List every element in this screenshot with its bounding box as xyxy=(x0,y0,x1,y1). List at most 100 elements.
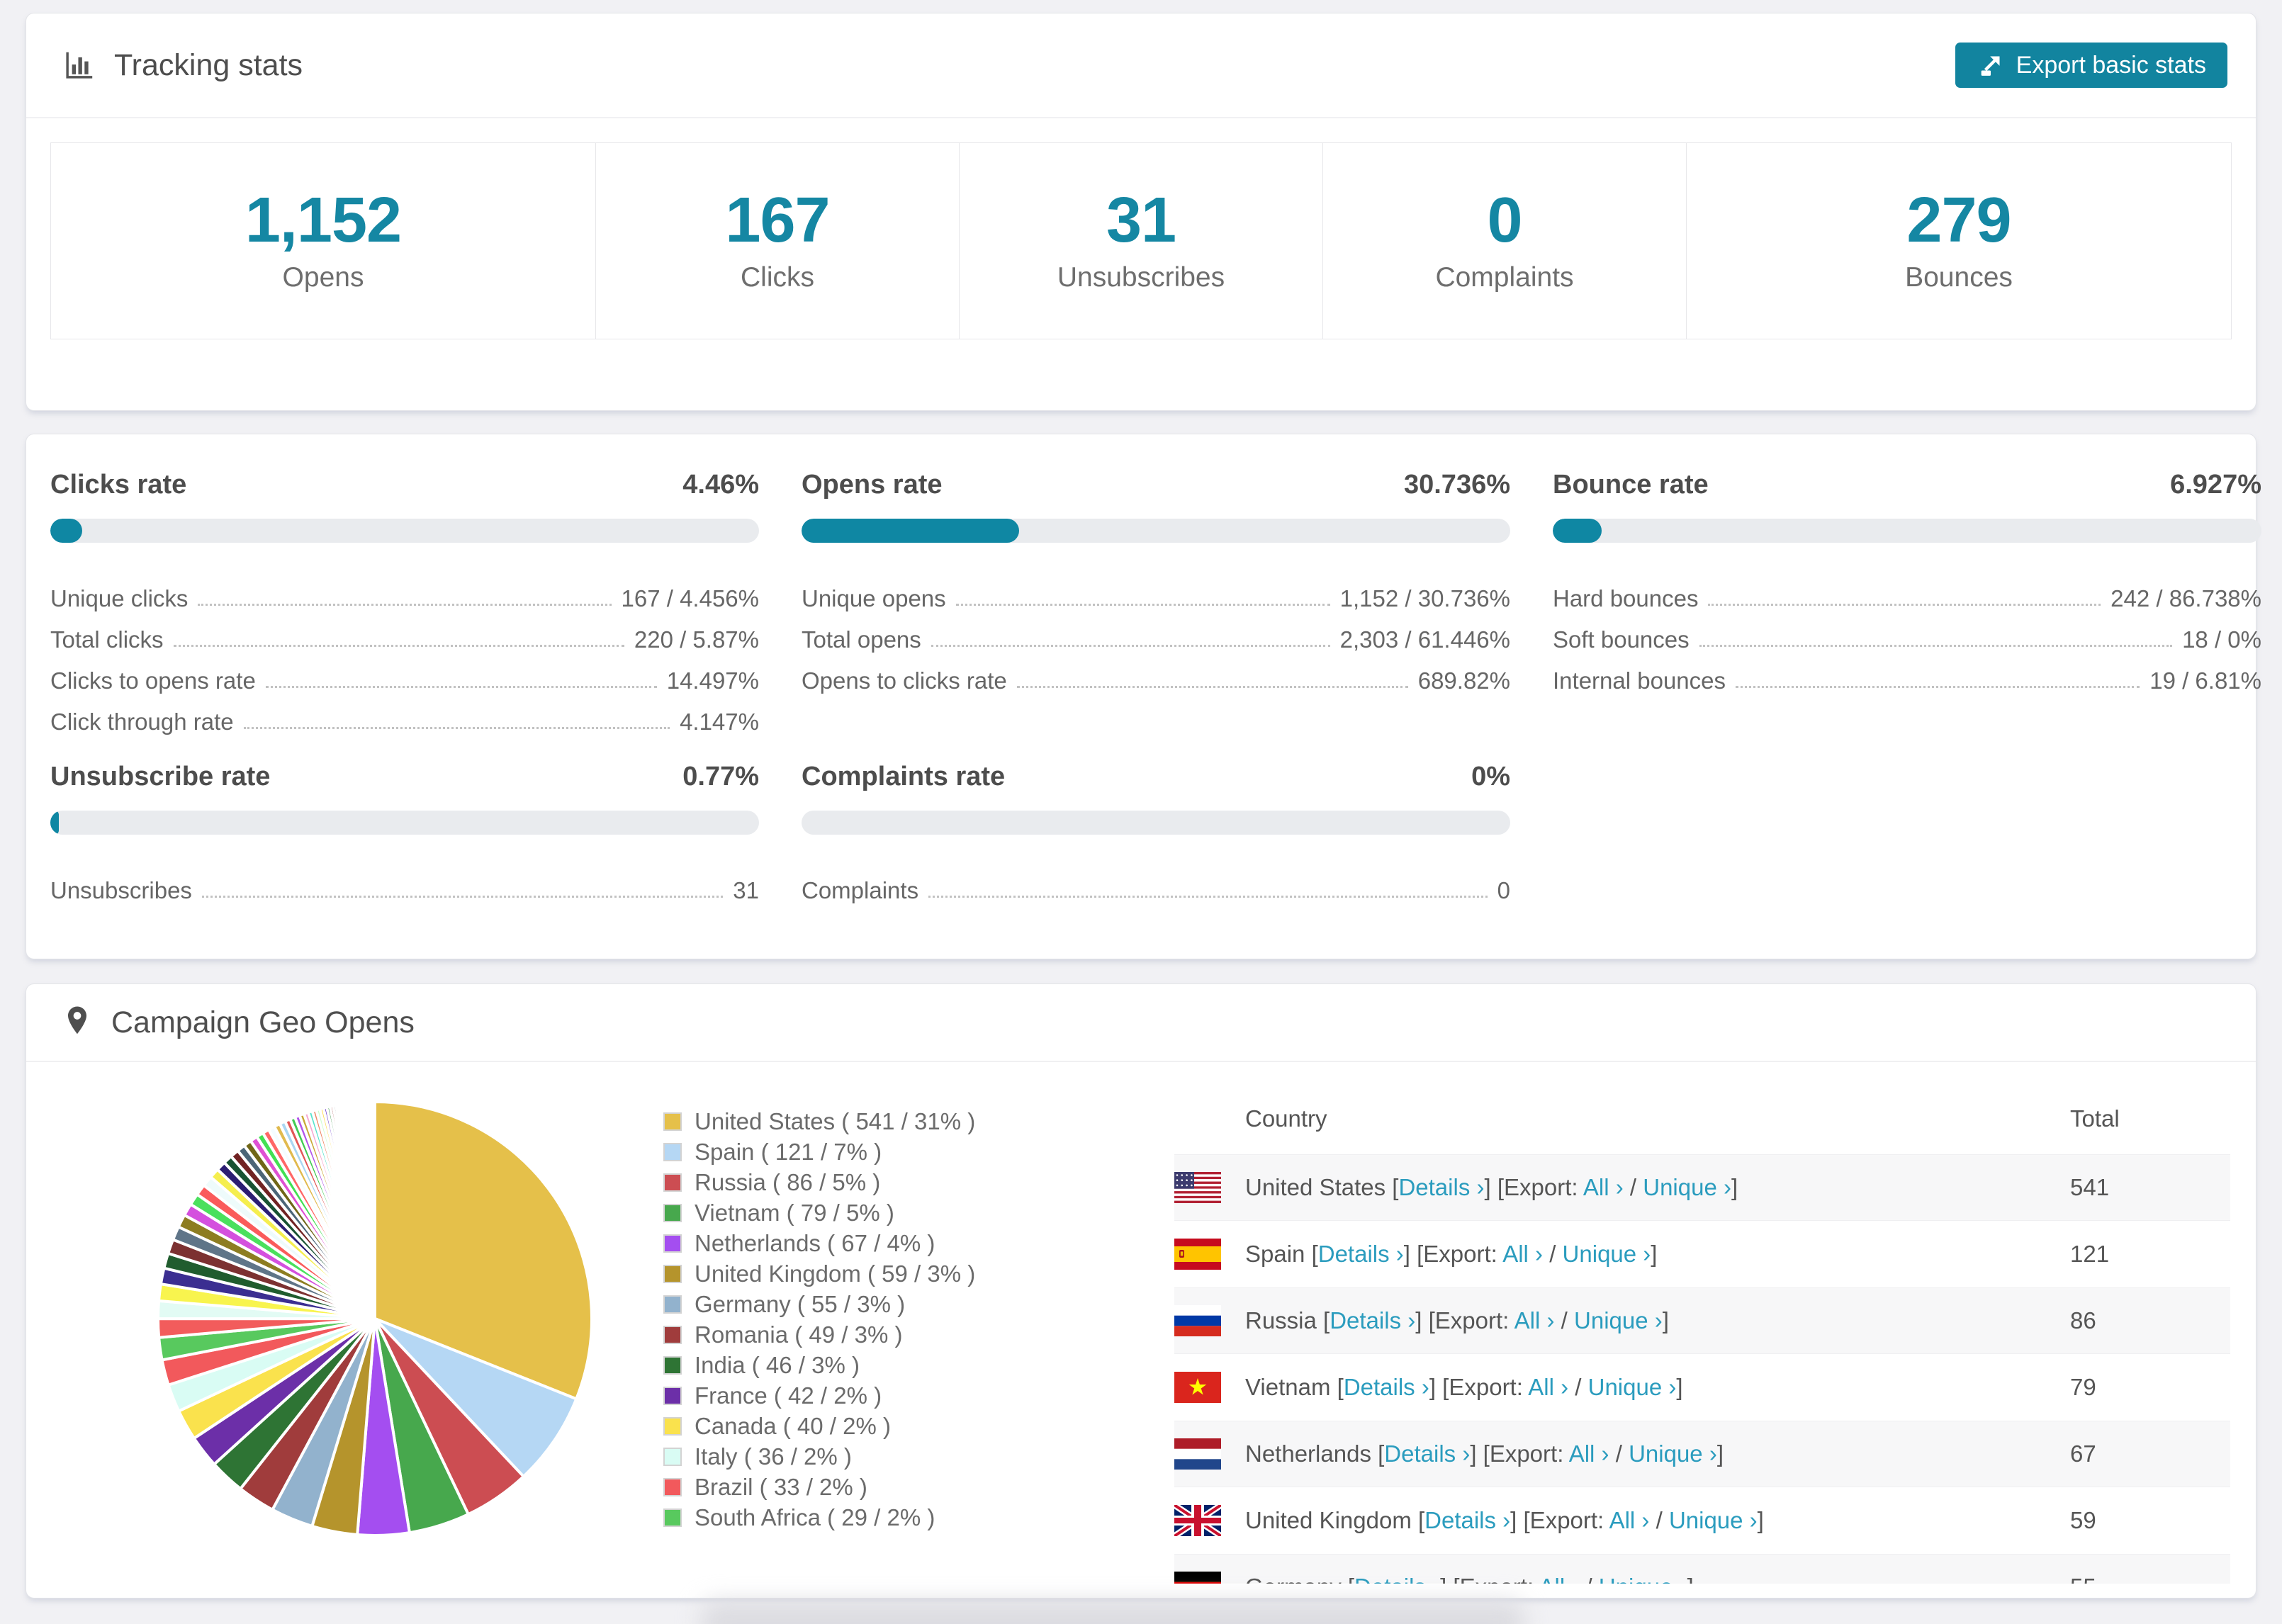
legend-swatch xyxy=(663,1386,682,1405)
rate-panel-unsubscribe-rate: Unsubscribe rate 0.77% Unsubscribes 31 xyxy=(50,762,759,904)
rate-detail-row: Soft bounces 18 / 0% xyxy=(1553,612,2261,653)
legend-item-india[interactable]: India ( 46 / 3% ) xyxy=(663,1350,975,1380)
rate-progress-bar xyxy=(50,519,759,543)
details-link[interactable]: Details › xyxy=(1344,1374,1429,1400)
export-unique-link[interactable]: Unique › xyxy=(1599,1574,1687,1584)
legend-item-italy[interactable]: Italy ( 36 / 2% ) xyxy=(663,1441,975,1472)
tracking-stats-card: Tracking stats Export basic stats 1,152 O… xyxy=(26,13,2256,411)
legend-item-brazil[interactable]: Brazil ( 33 / 2% ) xyxy=(663,1472,975,1502)
export-all-link[interactable]: All › xyxy=(1528,1374,1568,1400)
stat-box-complaints: 0 Complaints xyxy=(1322,143,1686,339)
dotted-leader xyxy=(201,896,724,898)
export-all-link[interactable]: All › xyxy=(1514,1307,1555,1333)
total-cell: 59 xyxy=(2070,1507,2096,1533)
total-column-header: Total xyxy=(2070,1105,2120,1132)
country-cell: Russia [Details ›] [Export: All › / Uniq… xyxy=(1245,1307,1669,1333)
stat-box-opens: 1,152 Opens xyxy=(51,143,595,339)
rate-value: 6.927% xyxy=(2170,470,2261,500)
rate-detail-row: Hard bounces 242 / 86.738% xyxy=(1553,571,2261,612)
dotted-leader xyxy=(1736,686,2140,688)
rate-detail-label: Soft bounces xyxy=(1553,626,1690,653)
geo-table-row-ru: Russia [Details ›] [Export: All › / Uniq… xyxy=(1174,1287,2230,1354)
pie-legend: United States ( 541 / 31% ) Spain ( 121 /… xyxy=(663,1106,975,1533)
dotted-leader xyxy=(173,645,624,647)
rate-detail-value: 167 / 4.456% xyxy=(621,585,760,611)
rate-detail-row: Complaints 0 xyxy=(802,863,1510,904)
geo-opens-pie-chart[interactable] xyxy=(148,1092,602,1545)
rate-value: 4.46% xyxy=(682,470,759,500)
legend-item-netherlands[interactable]: Netherlands ( 67 / 4% ) xyxy=(663,1228,975,1258)
legend-swatch xyxy=(663,1173,682,1192)
geo-title: Campaign Geo Opens xyxy=(111,1005,415,1039)
flag-gb-icon xyxy=(1174,1505,1221,1536)
export-all-link[interactable]: All › xyxy=(1502,1241,1543,1267)
rate-panel-opens-rate: Opens rate 30.736% Unique opens 1,152 / 30.… xyxy=(802,470,1510,694)
rate-progress-bar xyxy=(802,519,1510,543)
geo-table-body: United States [Details ›] [Export: All ›… xyxy=(1174,1154,2230,1584)
legend-item-united-kingdom[interactable]: United Kingdom ( 59 / 3% ) xyxy=(663,1258,975,1289)
export-all-link[interactable]: All › xyxy=(1569,1440,1609,1467)
rate-detail-value: 689.82% xyxy=(1417,667,1510,694)
rate-detail-row: Opens to clicks rate 689.82% xyxy=(802,653,1510,694)
stat-value: 1,152 xyxy=(244,185,402,256)
rate-detail-row: Clicks to opens rate 14.497% xyxy=(50,653,759,694)
rate-progress-bar xyxy=(1553,519,2261,543)
rate-value: 0.77% xyxy=(682,762,759,791)
stat-label: Opens xyxy=(282,262,364,293)
details-link[interactable]: Details › xyxy=(1398,1174,1484,1200)
total-cell: 67 xyxy=(2070,1440,2096,1467)
flag-de-icon xyxy=(1174,1572,1221,1584)
legend-item-romania[interactable]: Romania ( 49 / 3% ) xyxy=(663,1319,975,1350)
legend-swatch xyxy=(663,1264,682,1283)
rate-detail-value: 14.497% xyxy=(666,667,759,694)
details-link[interactable]: Details › xyxy=(1354,1574,1440,1584)
dotted-leader xyxy=(928,896,1488,898)
details-link[interactable]: Details › xyxy=(1424,1507,1510,1533)
rate-detail-value: 19 / 6.81% xyxy=(2149,667,2261,694)
export-all-link[interactable]: All › xyxy=(1539,1574,1579,1584)
legend-label: Italy ( 36 / 2% ) xyxy=(695,1443,852,1470)
total-cell: 121 xyxy=(2070,1241,2110,1267)
country-cell: Vietnam [Details ›] [Export: All › / Uni… xyxy=(1245,1374,1683,1400)
rate-detail-value: 4.147% xyxy=(680,709,759,735)
geo-table-row-de: Germany [Details ›] [Export: All › / Uni… xyxy=(1174,1554,2230,1584)
rate-detail-label: Internal bounces xyxy=(1553,667,1726,694)
rate-value: 0% xyxy=(1471,762,1510,791)
legend-item-south-africa[interactable]: South Africa ( 29 / 2% ) xyxy=(663,1502,975,1533)
export-basic-stats-button[interactable]: Export basic stats xyxy=(1955,43,2227,88)
details-link[interactable]: Details › xyxy=(1384,1440,1470,1467)
pie-slice-other[interactable] xyxy=(372,1100,376,1320)
legend-label: United States ( 541 / 31% ) xyxy=(695,1107,976,1134)
export-all-link[interactable]: All › xyxy=(1583,1174,1624,1200)
stat-value: 31 xyxy=(1106,185,1176,256)
legend-item-canada[interactable]: Canada ( 40 / 2% ) xyxy=(663,1411,975,1441)
page-title: Tracking stats xyxy=(114,47,303,82)
rate-progress-fill xyxy=(1553,519,1602,543)
legend-item-united-states[interactable]: United States ( 541 / 31% ) xyxy=(663,1106,975,1137)
stat-box-unsubscribes: 31 Unsubscribes xyxy=(959,143,1322,339)
legend-label: Spain ( 121 / 7% ) xyxy=(695,1138,882,1165)
rate-detail-label: Total clicks xyxy=(50,626,164,653)
export-unique-link[interactable]: Unique › xyxy=(1574,1307,1663,1333)
country-cell: Germany [Details ›] [Export: All › / Uni… xyxy=(1245,1574,2070,1584)
rate-detail-label: Total opens xyxy=(802,626,921,653)
legend-item-spain[interactable]: Spain ( 121 / 7% ) xyxy=(663,1137,975,1167)
export-unique-link[interactable]: Unique › xyxy=(1629,1440,1717,1467)
details-link[interactable]: Details › xyxy=(1318,1241,1404,1267)
legend-item-france[interactable]: France ( 42 / 2% ) xyxy=(663,1380,975,1411)
export-unique-link[interactable]: Unique › xyxy=(1563,1241,1651,1267)
export-unique-link[interactable]: Unique › xyxy=(1588,1374,1677,1400)
details-link[interactable]: Details › xyxy=(1330,1307,1415,1333)
export-unique-link[interactable]: Unique › xyxy=(1643,1174,1731,1200)
dotted-leader xyxy=(1699,645,2173,647)
legend-swatch xyxy=(663,1295,682,1314)
country-cell: United Kingdom [Details ›] [Export: All … xyxy=(1245,1507,1764,1533)
legend-item-germany[interactable]: Germany ( 55 / 3% ) xyxy=(663,1289,975,1319)
export-unique-link[interactable]: Unique › xyxy=(1669,1507,1758,1533)
legend-item-vietnam[interactable]: Vietnam ( 79 / 5% ) xyxy=(663,1197,975,1228)
export-all-link[interactable]: All › xyxy=(1609,1507,1650,1533)
country-cell: Netherlands [Details ›] [Export: All › /… xyxy=(1245,1440,1724,1467)
rate-detail-value: 18 / 0% xyxy=(2182,626,2261,653)
legend-item-russia[interactable]: Russia ( 86 / 5% ) xyxy=(663,1167,975,1197)
bar-chart-icon xyxy=(63,49,96,81)
